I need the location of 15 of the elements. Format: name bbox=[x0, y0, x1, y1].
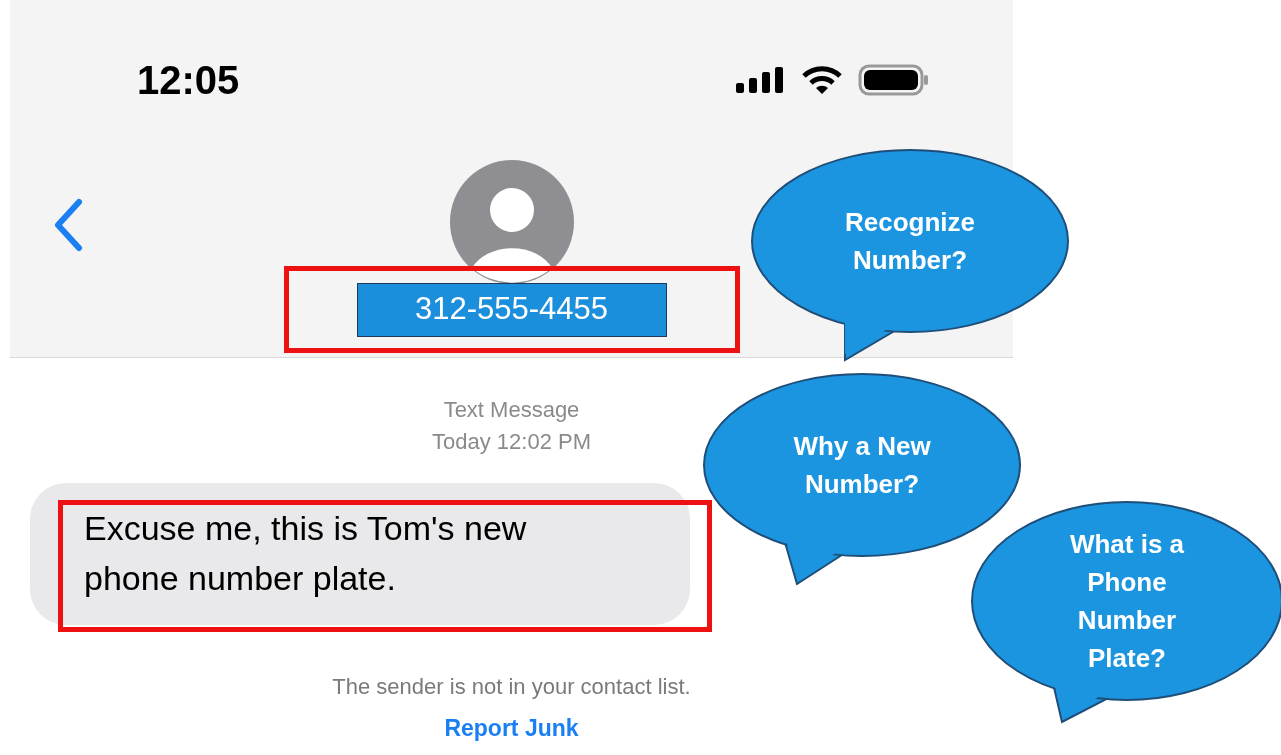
battery-icon bbox=[858, 64, 930, 96]
timestamp: Today 12:02 PM bbox=[432, 428, 591, 456]
wifi-icon bbox=[802, 66, 842, 94]
avatar-icon bbox=[447, 160, 576, 284]
callout-text: Recognize Number? bbox=[845, 206, 975, 277]
thread-label: Text Message bbox=[443, 396, 580, 424]
report-junk-link[interactable]: Report Junk bbox=[444, 711, 579, 746]
callout-text: Why a New Number? bbox=[793, 430, 931, 501]
callout-text: What is a Phone Number Plate? bbox=[1069, 528, 1185, 675]
back-icon[interactable] bbox=[52, 198, 84, 252]
phone-number: 312-555-4455 bbox=[356, 282, 667, 337]
notice-text: The sender is not in your contact list. bbox=[332, 673, 691, 701]
status-time: 12:05 bbox=[137, 57, 240, 104]
signal-icon bbox=[736, 67, 786, 93]
message-bubble: Excuse me, this is Tom's new phone number plate. bbox=[30, 483, 690, 625]
